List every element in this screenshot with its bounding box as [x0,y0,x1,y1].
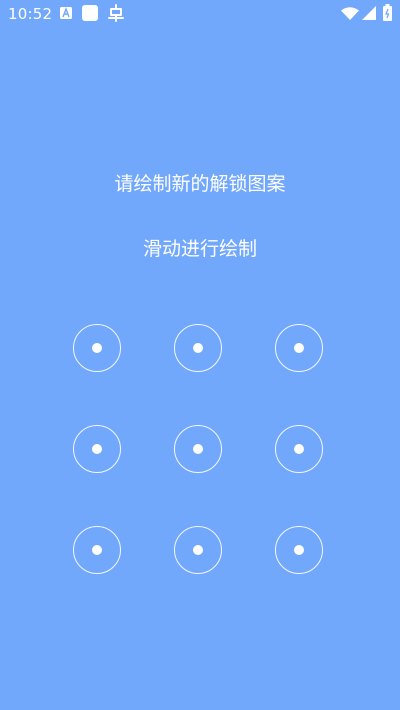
pattern-dot [92,444,102,454]
pattern-node-8[interactable] [174,526,222,574]
pattern-dot [92,545,102,555]
pattern-node-1[interactable] [73,324,121,372]
pattern-dot [294,545,304,555]
pattern-node-9[interactable] [275,526,323,574]
pattern-dot [294,343,304,353]
pattern-dot [193,545,203,555]
pattern-node-3[interactable] [275,324,323,372]
pattern-dot [294,444,304,454]
pattern-node-7[interactable] [73,526,121,574]
pattern-dot [193,343,203,353]
pattern-node-4[interactable] [73,425,121,473]
pattern-node-2[interactable] [174,324,222,372]
pattern-dot [92,343,102,353]
pattern-node-6[interactable] [275,425,323,473]
pattern-grid[interactable] [0,0,400,710]
lock-pattern-screen: 10:52 请绘制新的解锁图案 滑动进行绘制 [0,0,400,710]
pattern-node-5[interactable] [174,425,222,473]
pattern-dot [193,444,203,454]
